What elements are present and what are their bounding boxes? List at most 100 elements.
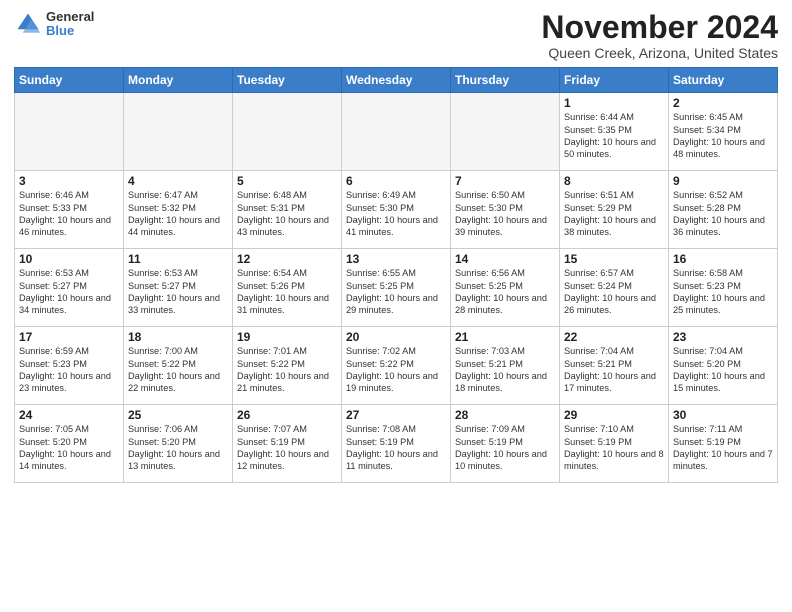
weekday-header-thursday: Thursday — [451, 68, 560, 93]
day-number: 29 — [564, 408, 664, 422]
day-info: Sunrise: 7:04 AM Sunset: 5:21 PM Dayligh… — [564, 345, 664, 395]
logo-blue-text: Blue — [46, 24, 94, 38]
day-cell: 4Sunrise: 6:47 AM Sunset: 5:32 PM Daylig… — [124, 171, 233, 249]
day-cell: 24Sunrise: 7:05 AM Sunset: 5:20 PM Dayli… — [15, 405, 124, 483]
day-info: Sunrise: 7:11 AM Sunset: 5:19 PM Dayligh… — [673, 423, 773, 473]
day-info: Sunrise: 7:00 AM Sunset: 5:22 PM Dayligh… — [128, 345, 228, 395]
day-info: Sunrise: 6:56 AM Sunset: 5:25 PM Dayligh… — [455, 267, 555, 317]
day-cell: 19Sunrise: 7:01 AM Sunset: 5:22 PM Dayli… — [233, 327, 342, 405]
day-info: Sunrise: 6:53 AM Sunset: 5:27 PM Dayligh… — [19, 267, 119, 317]
day-number: 12 — [237, 252, 337, 266]
day-info: Sunrise: 6:49 AM Sunset: 5:30 PM Dayligh… — [346, 189, 446, 239]
day-info: Sunrise: 6:51 AM Sunset: 5:29 PM Dayligh… — [564, 189, 664, 239]
month-title: November 2024 — [541, 10, 778, 45]
calendar: SundayMondayTuesdayWednesdayThursdayFrid… — [14, 67, 778, 483]
day-cell: 17Sunrise: 6:59 AM Sunset: 5:23 PM Dayli… — [15, 327, 124, 405]
day-cell: 10Sunrise: 6:53 AM Sunset: 5:27 PM Dayli… — [15, 249, 124, 327]
day-info: Sunrise: 7:05 AM Sunset: 5:20 PM Dayligh… — [19, 423, 119, 473]
week-row-4: 17Sunrise: 6:59 AM Sunset: 5:23 PM Dayli… — [15, 327, 778, 405]
week-row-2: 3Sunrise: 6:46 AM Sunset: 5:33 PM Daylig… — [15, 171, 778, 249]
day-cell: 27Sunrise: 7:08 AM Sunset: 5:19 PM Dayli… — [342, 405, 451, 483]
day-number: 3 — [19, 174, 119, 188]
day-info: Sunrise: 7:04 AM Sunset: 5:20 PM Dayligh… — [673, 345, 773, 395]
weekday-header-friday: Friday — [560, 68, 669, 93]
day-info: Sunrise: 6:50 AM Sunset: 5:30 PM Dayligh… — [455, 189, 555, 239]
day-cell: 21Sunrise: 7:03 AM Sunset: 5:21 PM Dayli… — [451, 327, 560, 405]
header: General Blue November 2024 Queen Creek, … — [14, 10, 778, 61]
day-info: Sunrise: 7:08 AM Sunset: 5:19 PM Dayligh… — [346, 423, 446, 473]
day-number: 20 — [346, 330, 446, 344]
day-number: 10 — [19, 252, 119, 266]
day-cell: 3Sunrise: 6:46 AM Sunset: 5:33 PM Daylig… — [15, 171, 124, 249]
weekday-header-row: SundayMondayTuesdayWednesdayThursdayFrid… — [15, 68, 778, 93]
day-info: Sunrise: 6:57 AM Sunset: 5:24 PM Dayligh… — [564, 267, 664, 317]
day-cell: 5Sunrise: 6:48 AM Sunset: 5:31 PM Daylig… — [233, 171, 342, 249]
day-cell: 18Sunrise: 7:00 AM Sunset: 5:22 PM Dayli… — [124, 327, 233, 405]
weekday-header-wednesday: Wednesday — [342, 68, 451, 93]
week-row-5: 24Sunrise: 7:05 AM Sunset: 5:20 PM Dayli… — [15, 405, 778, 483]
day-info: Sunrise: 6:44 AM Sunset: 5:35 PM Dayligh… — [564, 111, 664, 161]
day-number: 11 — [128, 252, 228, 266]
day-number: 24 — [19, 408, 119, 422]
day-number: 25 — [128, 408, 228, 422]
day-cell: 1Sunrise: 6:44 AM Sunset: 5:35 PM Daylig… — [560, 93, 669, 171]
day-number: 21 — [455, 330, 555, 344]
week-row-3: 10Sunrise: 6:53 AM Sunset: 5:27 PM Dayli… — [15, 249, 778, 327]
day-cell — [451, 93, 560, 171]
day-cell: 16Sunrise: 6:58 AM Sunset: 5:23 PM Dayli… — [669, 249, 778, 327]
day-number: 2 — [673, 96, 773, 110]
location: Queen Creek, Arizona, United States — [541, 45, 778, 61]
day-info: Sunrise: 6:59 AM Sunset: 5:23 PM Dayligh… — [19, 345, 119, 395]
day-info: Sunrise: 6:54 AM Sunset: 5:26 PM Dayligh… — [237, 267, 337, 317]
day-cell: 2Sunrise: 6:45 AM Sunset: 5:34 PM Daylig… — [669, 93, 778, 171]
day-number: 7 — [455, 174, 555, 188]
day-cell: 26Sunrise: 7:07 AM Sunset: 5:19 PM Dayli… — [233, 405, 342, 483]
day-cell — [15, 93, 124, 171]
day-number: 4 — [128, 174, 228, 188]
day-info: Sunrise: 6:53 AM Sunset: 5:27 PM Dayligh… — [128, 267, 228, 317]
day-cell: 20Sunrise: 7:02 AM Sunset: 5:22 PM Dayli… — [342, 327, 451, 405]
day-cell: 23Sunrise: 7:04 AM Sunset: 5:20 PM Dayli… — [669, 327, 778, 405]
day-info: Sunrise: 6:48 AM Sunset: 5:31 PM Dayligh… — [237, 189, 337, 239]
weekday-header-sunday: Sunday — [15, 68, 124, 93]
day-number: 23 — [673, 330, 773, 344]
day-info: Sunrise: 6:45 AM Sunset: 5:34 PM Dayligh… — [673, 111, 773, 161]
day-number: 17 — [19, 330, 119, 344]
week-row-1: 1Sunrise: 6:44 AM Sunset: 5:35 PM Daylig… — [15, 93, 778, 171]
weekday-header-saturday: Saturday — [669, 68, 778, 93]
day-info: Sunrise: 7:07 AM Sunset: 5:19 PM Dayligh… — [237, 423, 337, 473]
day-number: 18 — [128, 330, 228, 344]
logo-general-text: General — [46, 10, 94, 24]
day-cell: 15Sunrise: 6:57 AM Sunset: 5:24 PM Dayli… — [560, 249, 669, 327]
day-number: 16 — [673, 252, 773, 266]
day-cell: 11Sunrise: 6:53 AM Sunset: 5:27 PM Dayli… — [124, 249, 233, 327]
day-info: Sunrise: 6:46 AM Sunset: 5:33 PM Dayligh… — [19, 189, 119, 239]
day-info: Sunrise: 7:02 AM Sunset: 5:22 PM Dayligh… — [346, 345, 446, 395]
day-info: Sunrise: 6:55 AM Sunset: 5:25 PM Dayligh… — [346, 267, 446, 317]
logo-text: General Blue — [46, 10, 94, 39]
day-cell: 14Sunrise: 6:56 AM Sunset: 5:25 PM Dayli… — [451, 249, 560, 327]
day-number: 13 — [346, 252, 446, 266]
weekday-header-monday: Monday — [124, 68, 233, 93]
day-info: Sunrise: 7:06 AM Sunset: 5:20 PM Dayligh… — [128, 423, 228, 473]
logo: General Blue — [14, 10, 94, 39]
day-number: 14 — [455, 252, 555, 266]
day-cell: 12Sunrise: 6:54 AM Sunset: 5:26 PM Dayli… — [233, 249, 342, 327]
day-cell: 25Sunrise: 7:06 AM Sunset: 5:20 PM Dayli… — [124, 405, 233, 483]
day-cell — [124, 93, 233, 171]
day-number: 28 — [455, 408, 555, 422]
day-number: 8 — [564, 174, 664, 188]
day-info: Sunrise: 7:03 AM Sunset: 5:21 PM Dayligh… — [455, 345, 555, 395]
day-info: Sunrise: 7:01 AM Sunset: 5:22 PM Dayligh… — [237, 345, 337, 395]
weekday-header-tuesday: Tuesday — [233, 68, 342, 93]
day-cell — [342, 93, 451, 171]
day-info: Sunrise: 6:52 AM Sunset: 5:28 PM Dayligh… — [673, 189, 773, 239]
page: General Blue November 2024 Queen Creek, … — [0, 0, 792, 612]
day-number: 15 — [564, 252, 664, 266]
day-cell — [233, 93, 342, 171]
day-number: 26 — [237, 408, 337, 422]
day-cell: 28Sunrise: 7:09 AM Sunset: 5:19 PM Dayli… — [451, 405, 560, 483]
day-cell: 29Sunrise: 7:10 AM Sunset: 5:19 PM Dayli… — [560, 405, 669, 483]
day-number: 9 — [673, 174, 773, 188]
day-cell: 7Sunrise: 6:50 AM Sunset: 5:30 PM Daylig… — [451, 171, 560, 249]
